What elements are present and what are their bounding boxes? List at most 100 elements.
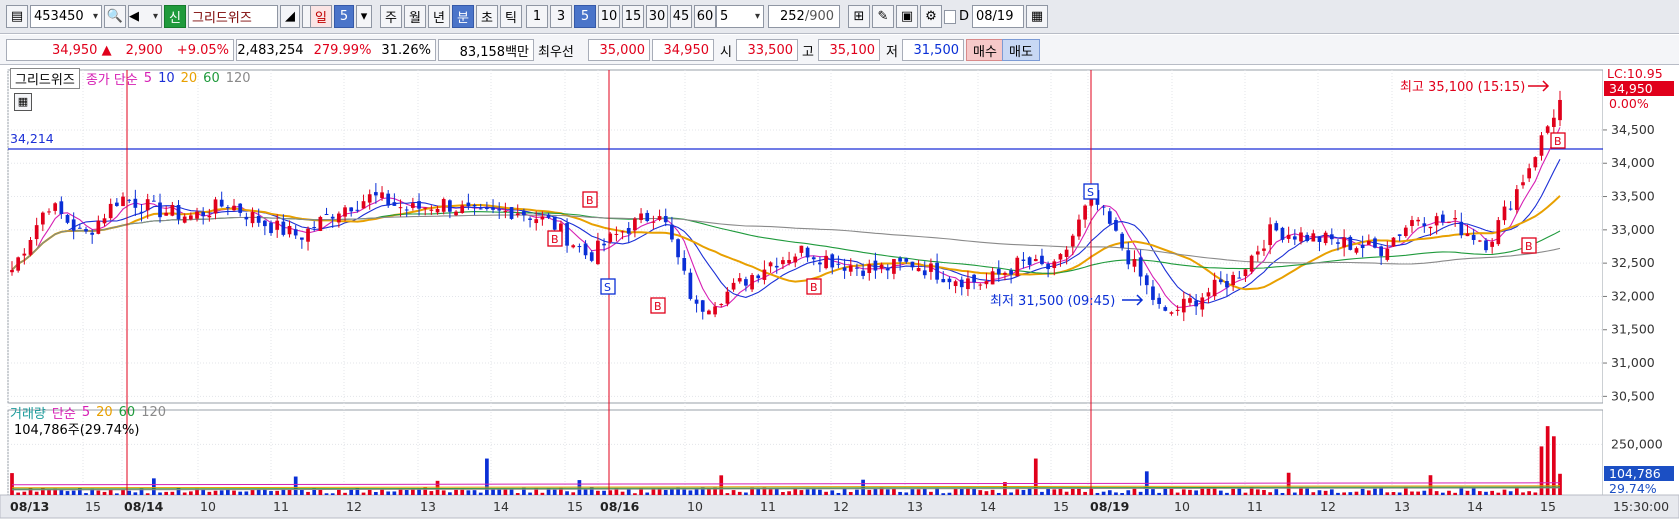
candle-body — [1083, 205, 1087, 220]
volume-bar — [663, 489, 668, 495]
buy-button[interactable]: 매수 — [966, 39, 1004, 61]
candle-body — [953, 281, 958, 287]
save-icon[interactable]: ▣ — [896, 5, 918, 28]
x-tick-label: 15 — [567, 499, 583, 514]
interval-button-3[interactable]: 3 — [550, 5, 572, 28]
chevron-down-icon[interactable]: ▾ — [356, 5, 372, 28]
volume-bar — [213, 490, 218, 495]
candle-body — [96, 220, 101, 234]
volume-bar — [694, 488, 699, 495]
calendar-icon[interactable]: ▦ — [1026, 5, 1048, 28]
current-price: 34,950 ▲ — [52, 43, 112, 58]
candle-body — [1163, 307, 1168, 311]
interval-button-60[interactable]: 60 — [694, 5, 716, 28]
candle-body — [583, 243, 588, 256]
volume-bar — [306, 491, 310, 495]
volume-bar — [818, 489, 822, 495]
sound-icon[interactable]: ◀ — [128, 5, 162, 28]
data-table-icon[interactable]: ▦ — [14, 93, 32, 111]
period-day-count[interactable]: 5 — [334, 5, 354, 28]
candle-body — [805, 247, 810, 258]
candle-body — [1175, 309, 1180, 311]
candle-body — [756, 275, 761, 279]
y-tick-label: 32,500 — [1611, 255, 1655, 270]
volume-bar — [1558, 473, 1562, 495]
candle-body — [151, 200, 156, 202]
candle-body — [1003, 272, 1007, 275]
volume-bar — [59, 489, 64, 495]
candle-body — [1379, 246, 1383, 256]
interval-button-5[interactable]: 5 — [574, 5, 596, 28]
candle-body — [337, 213, 341, 223]
period-second-button[interactable]: 초 — [476, 5, 498, 28]
volume-bar — [1292, 492, 1297, 495]
candle-body — [16, 257, 21, 271]
candle-body — [22, 253, 27, 256]
interval-input[interactable]: 5 — [716, 5, 764, 28]
period-minute-button[interactable]: 분 — [452, 5, 474, 28]
ma-120: 120 — [225, 71, 251, 86]
period-year-button[interactable]: 년 — [428, 5, 450, 28]
candle-body — [1422, 223, 1427, 227]
stock-code-input[interactable]: 453450 — [30, 5, 102, 28]
interval-button-10[interactable]: 10 — [598, 5, 620, 28]
stock-name-field[interactable]: 그리드위즈 — [188, 5, 278, 28]
resize-grip-icon[interactable]: ◢ — [280, 5, 300, 28]
sell-button[interactable]: 매도 — [1002, 39, 1040, 61]
candle-body — [404, 209, 409, 211]
volume-bar — [1175, 492, 1180, 495]
candle-body — [71, 219, 76, 231]
period-day-button[interactable]: 일 — [310, 5, 332, 28]
volume-bar — [1416, 491, 1421, 495]
candle-body — [1231, 274, 1235, 286]
x-tick-label: 14 — [1467, 499, 1483, 514]
x-tick-label: 12 — [833, 499, 849, 514]
volume-bar — [1447, 490, 1451, 495]
candle-body — [1508, 208, 1513, 210]
candle-body — [1070, 235, 1075, 247]
date-flag-label: D — [958, 9, 969, 24]
search-icon[interactable]: 🔍 — [104, 5, 126, 28]
volume-bar — [984, 491, 989, 495]
volume-bar — [916, 489, 921, 495]
interval-button-15[interactable]: 15 — [622, 5, 644, 28]
candle-body — [984, 281, 989, 285]
x-tick-label: 11 — [760, 499, 776, 514]
zoom-tool-icon[interactable]: ⊞ — [848, 5, 870, 28]
candle-body — [645, 212, 650, 222]
candle-body — [781, 260, 785, 265]
date-input[interactable]: 08/19 — [972, 5, 1024, 28]
volume-bar — [1342, 492, 1346, 495]
candle-body — [1206, 292, 1211, 297]
price-chart[interactable]: 34,214 B B B B B B S S 34,500 34,000 33,500 33,000… — [0, 65, 1679, 519]
volume-bar — [1231, 488, 1235, 495]
candle-body — [293, 229, 298, 236]
date-checkbox[interactable] — [944, 10, 956, 24]
price-legend: 그리드위즈 종가 단순 5 10 20 60 120 — [10, 68, 251, 89]
signal-letter: B — [586, 194, 594, 207]
candle-body — [719, 304, 724, 306]
candle-body — [694, 299, 699, 304]
gear-icon[interactable]: ⚙ — [920, 5, 942, 28]
period-week-button[interactable]: 주 — [380, 5, 402, 28]
interval-button-1[interactable]: 1 — [526, 5, 548, 28]
chart-settings-icon[interactable]: ▤ — [6, 5, 28, 28]
y-tick-label: 32,000 — [1611, 288, 1655, 303]
candle-body — [466, 202, 471, 207]
volume-bar — [1514, 488, 1519, 495]
candle-body — [1496, 220, 1501, 245]
period-month-button[interactable]: 월 — [404, 5, 426, 28]
volume-bar — [1422, 490, 1427, 495]
price-legend-title[interactable]: 그리드위즈 — [10, 68, 80, 89]
interval-button-45[interactable]: 45 — [670, 5, 692, 28]
candle-body — [811, 257, 816, 260]
bar-count-input[interactable]: 252/900 — [768, 5, 840, 28]
interval-button-30[interactable]: 30 — [646, 5, 668, 28]
volume-bar — [1132, 488, 1137, 495]
volume-bar — [725, 493, 730, 495]
draw-tool-icon[interactable]: ✎ — [872, 5, 894, 28]
volume-bar — [515, 493, 520, 495]
period-tick-button[interactable]: 틱 — [500, 5, 522, 28]
high-price: 35,100 — [818, 39, 880, 61]
volume-bar — [1114, 492, 1118, 495]
